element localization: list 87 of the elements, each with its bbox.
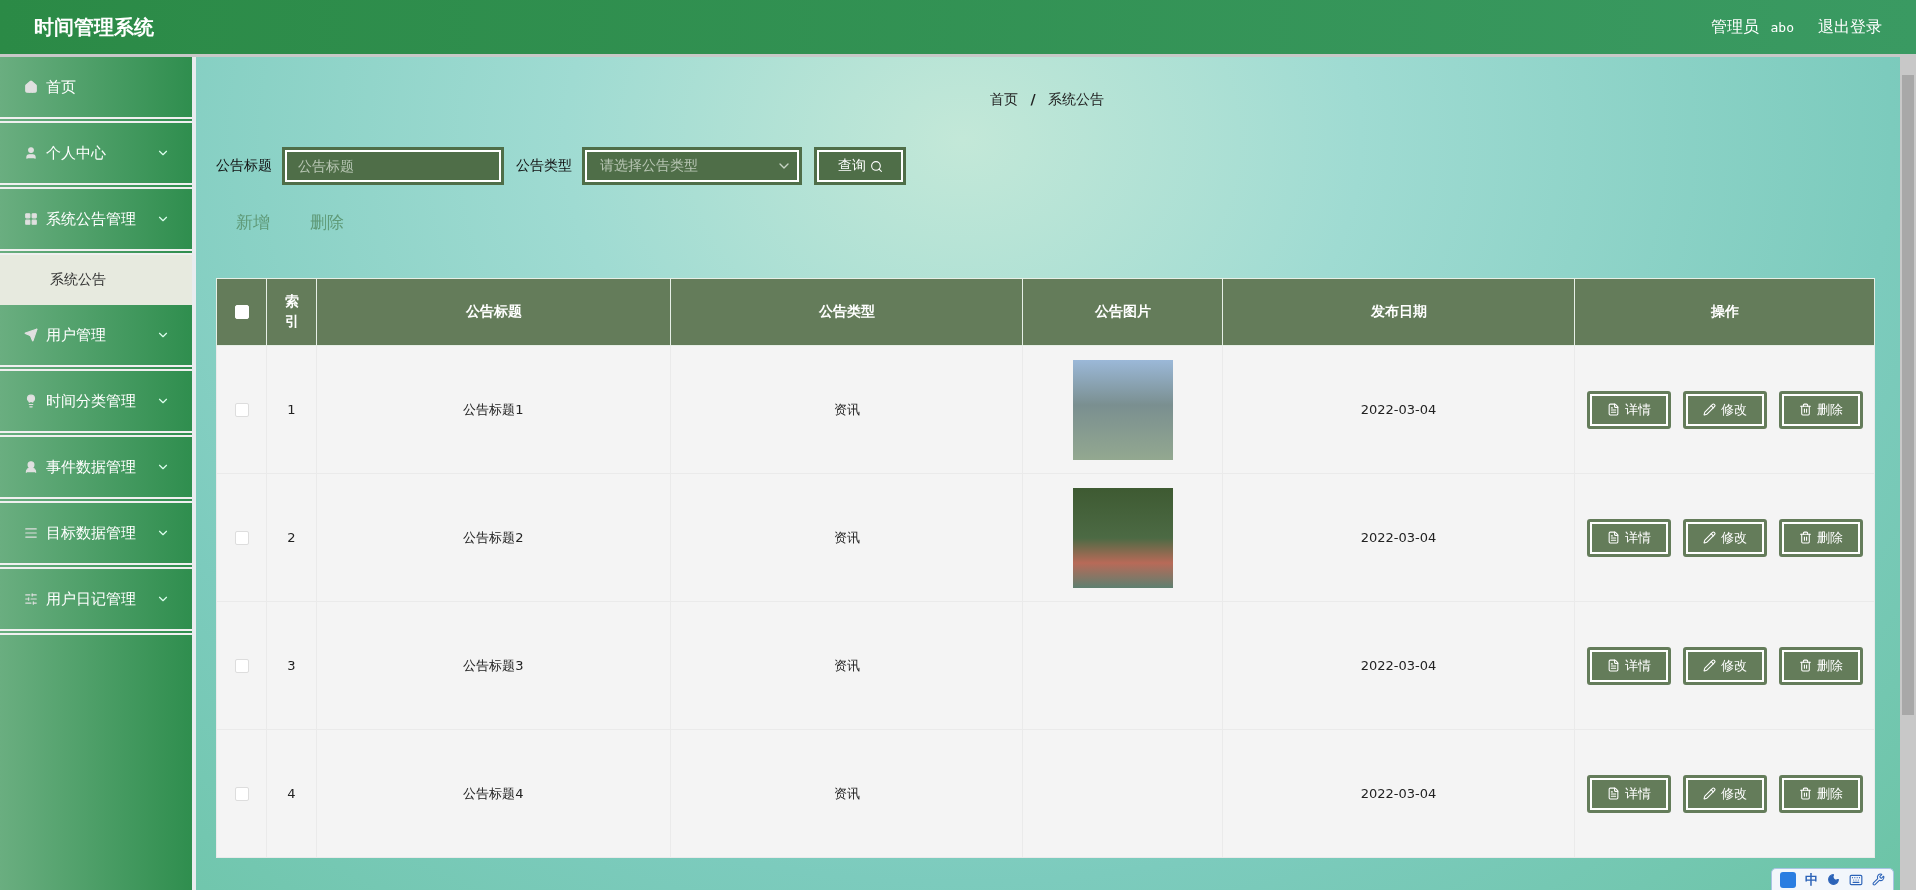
menu-label: 用户日记管理 xyxy=(46,589,137,609)
query-button[interactable]: 查询 xyxy=(814,147,906,185)
trash-icon xyxy=(1798,659,1812,672)
delete-button[interactable]: 删除 xyxy=(1778,774,1863,813)
scrollbar[interactable] xyxy=(1900,57,1916,890)
type-select[interactable]: 请选择公告类型 xyxy=(582,147,802,185)
row-checkbox[interactable] xyxy=(234,531,249,546)
menu-icon xyxy=(24,80,38,94)
table-cell: 资讯 xyxy=(670,345,1023,474)
wrench-icon[interactable] xyxy=(1872,873,1885,886)
document-icon xyxy=(1606,531,1620,544)
edit-button[interactable]: 修改 xyxy=(1682,518,1767,557)
menu-icon xyxy=(24,146,38,160)
table-cell: 资讯 xyxy=(670,473,1023,602)
menu-icon xyxy=(24,592,38,606)
user-role: 管理员 xyxy=(1710,16,1759,38)
table-cell: 3 xyxy=(266,601,317,730)
menu-icon xyxy=(24,460,38,474)
menu-label: 事件数据管理 xyxy=(46,457,137,477)
search-icon xyxy=(869,159,883,173)
table-cell: 公告标题3 xyxy=(316,601,671,730)
table-cell: 1 xyxy=(266,345,317,474)
table-cell: 公告标题1 xyxy=(316,345,671,474)
trash-icon xyxy=(1798,403,1812,416)
table-cell: 2 xyxy=(266,473,317,602)
table-cell: 资讯 xyxy=(670,601,1023,730)
breadcrumb-item[interactable]: 首页 xyxy=(990,91,1019,109)
edit-button[interactable]: 修改 xyxy=(1682,390,1767,429)
moon-icon[interactable] xyxy=(1827,873,1840,886)
column-header: 公告图片 xyxy=(1022,278,1223,346)
trash-icon xyxy=(1798,787,1812,800)
delete-button[interactable]: 删除 xyxy=(1778,646,1863,685)
row-checkbox[interactable] xyxy=(234,787,249,802)
breadcrumb-item: 系统公告 xyxy=(1047,91,1104,109)
document-icon xyxy=(1606,787,1620,800)
pencil-icon xyxy=(1702,787,1716,800)
details-button[interactable]: 详情 xyxy=(1586,518,1671,557)
menu-label: 首页 xyxy=(46,77,77,97)
menu-label: 个人中心 xyxy=(46,143,107,163)
menu-label: 目标数据管理 xyxy=(46,523,137,543)
column-header: 发布日期 xyxy=(1222,278,1575,346)
breadcrumb-separator: / xyxy=(1030,91,1036,109)
menu-icon xyxy=(24,212,38,226)
field-label: 公告类型 xyxy=(516,157,572,175)
column-header: 公告标题 xyxy=(316,278,671,346)
pencil-icon xyxy=(1702,531,1716,544)
details-button[interactable]: 详情 xyxy=(1586,774,1671,813)
table-cell: 公告标题4 xyxy=(316,729,671,858)
table-cell: 2022-03-04 xyxy=(1222,473,1575,602)
document-icon xyxy=(1606,403,1620,416)
menu-label: 时间分类管理 xyxy=(46,391,137,411)
row-checkbox[interactable] xyxy=(234,403,249,418)
table-cell: 2022-03-04 xyxy=(1222,601,1575,730)
pencil-icon xyxy=(1702,659,1716,672)
column-header: 索引 xyxy=(266,278,317,346)
document-icon xyxy=(1606,659,1620,672)
title-input[interactable]: 公告标题 xyxy=(282,147,504,185)
menu-icon xyxy=(24,328,38,342)
table-cell: 资讯 xyxy=(670,729,1023,858)
menu-label: 用户管理 xyxy=(46,325,107,345)
table-cell: 4 xyxy=(266,729,317,858)
ime-logo-icon[interactable] xyxy=(1780,871,1796,888)
details-button[interactable]: 详情 xyxy=(1586,646,1671,685)
sidebar-subitem[interactable]: 系统公告 xyxy=(0,255,192,305)
table-cell: 2022-03-04 xyxy=(1222,345,1575,474)
keyboard-icon[interactable] xyxy=(1849,872,1863,887)
pencil-icon xyxy=(1702,403,1716,416)
table-cell: 2022-03-04 xyxy=(1222,729,1575,858)
menu-icon xyxy=(24,526,38,540)
details-button[interactable]: 详情 xyxy=(1586,390,1671,429)
field-label: 公告标题 xyxy=(216,157,272,175)
column-header: 操作 xyxy=(1574,278,1875,346)
table-cell: 公告标题2 xyxy=(316,473,671,602)
edit-button[interactable]: 修改 xyxy=(1682,774,1767,813)
logout-link[interactable]: 退出登录 xyxy=(1818,16,1882,38)
app-title: 时间管理系统 xyxy=(34,14,155,40)
select-all-checkbox[interactable] xyxy=(234,305,249,320)
row-checkbox[interactable] xyxy=(234,659,249,674)
menu-icon xyxy=(24,394,38,408)
user-name: abo xyxy=(1770,19,1794,35)
delete-button[interactable]: 删除 xyxy=(1778,390,1863,429)
column-header: 公告类型 xyxy=(670,278,1023,346)
trash-icon xyxy=(1798,531,1812,544)
ime-mode[interactable]: 中 xyxy=(1805,870,1818,889)
edit-button[interactable]: 修改 xyxy=(1682,646,1767,685)
delete-button[interactable]: 删除 xyxy=(1778,518,1863,557)
menu-label: 系统公告管理 xyxy=(46,209,137,229)
